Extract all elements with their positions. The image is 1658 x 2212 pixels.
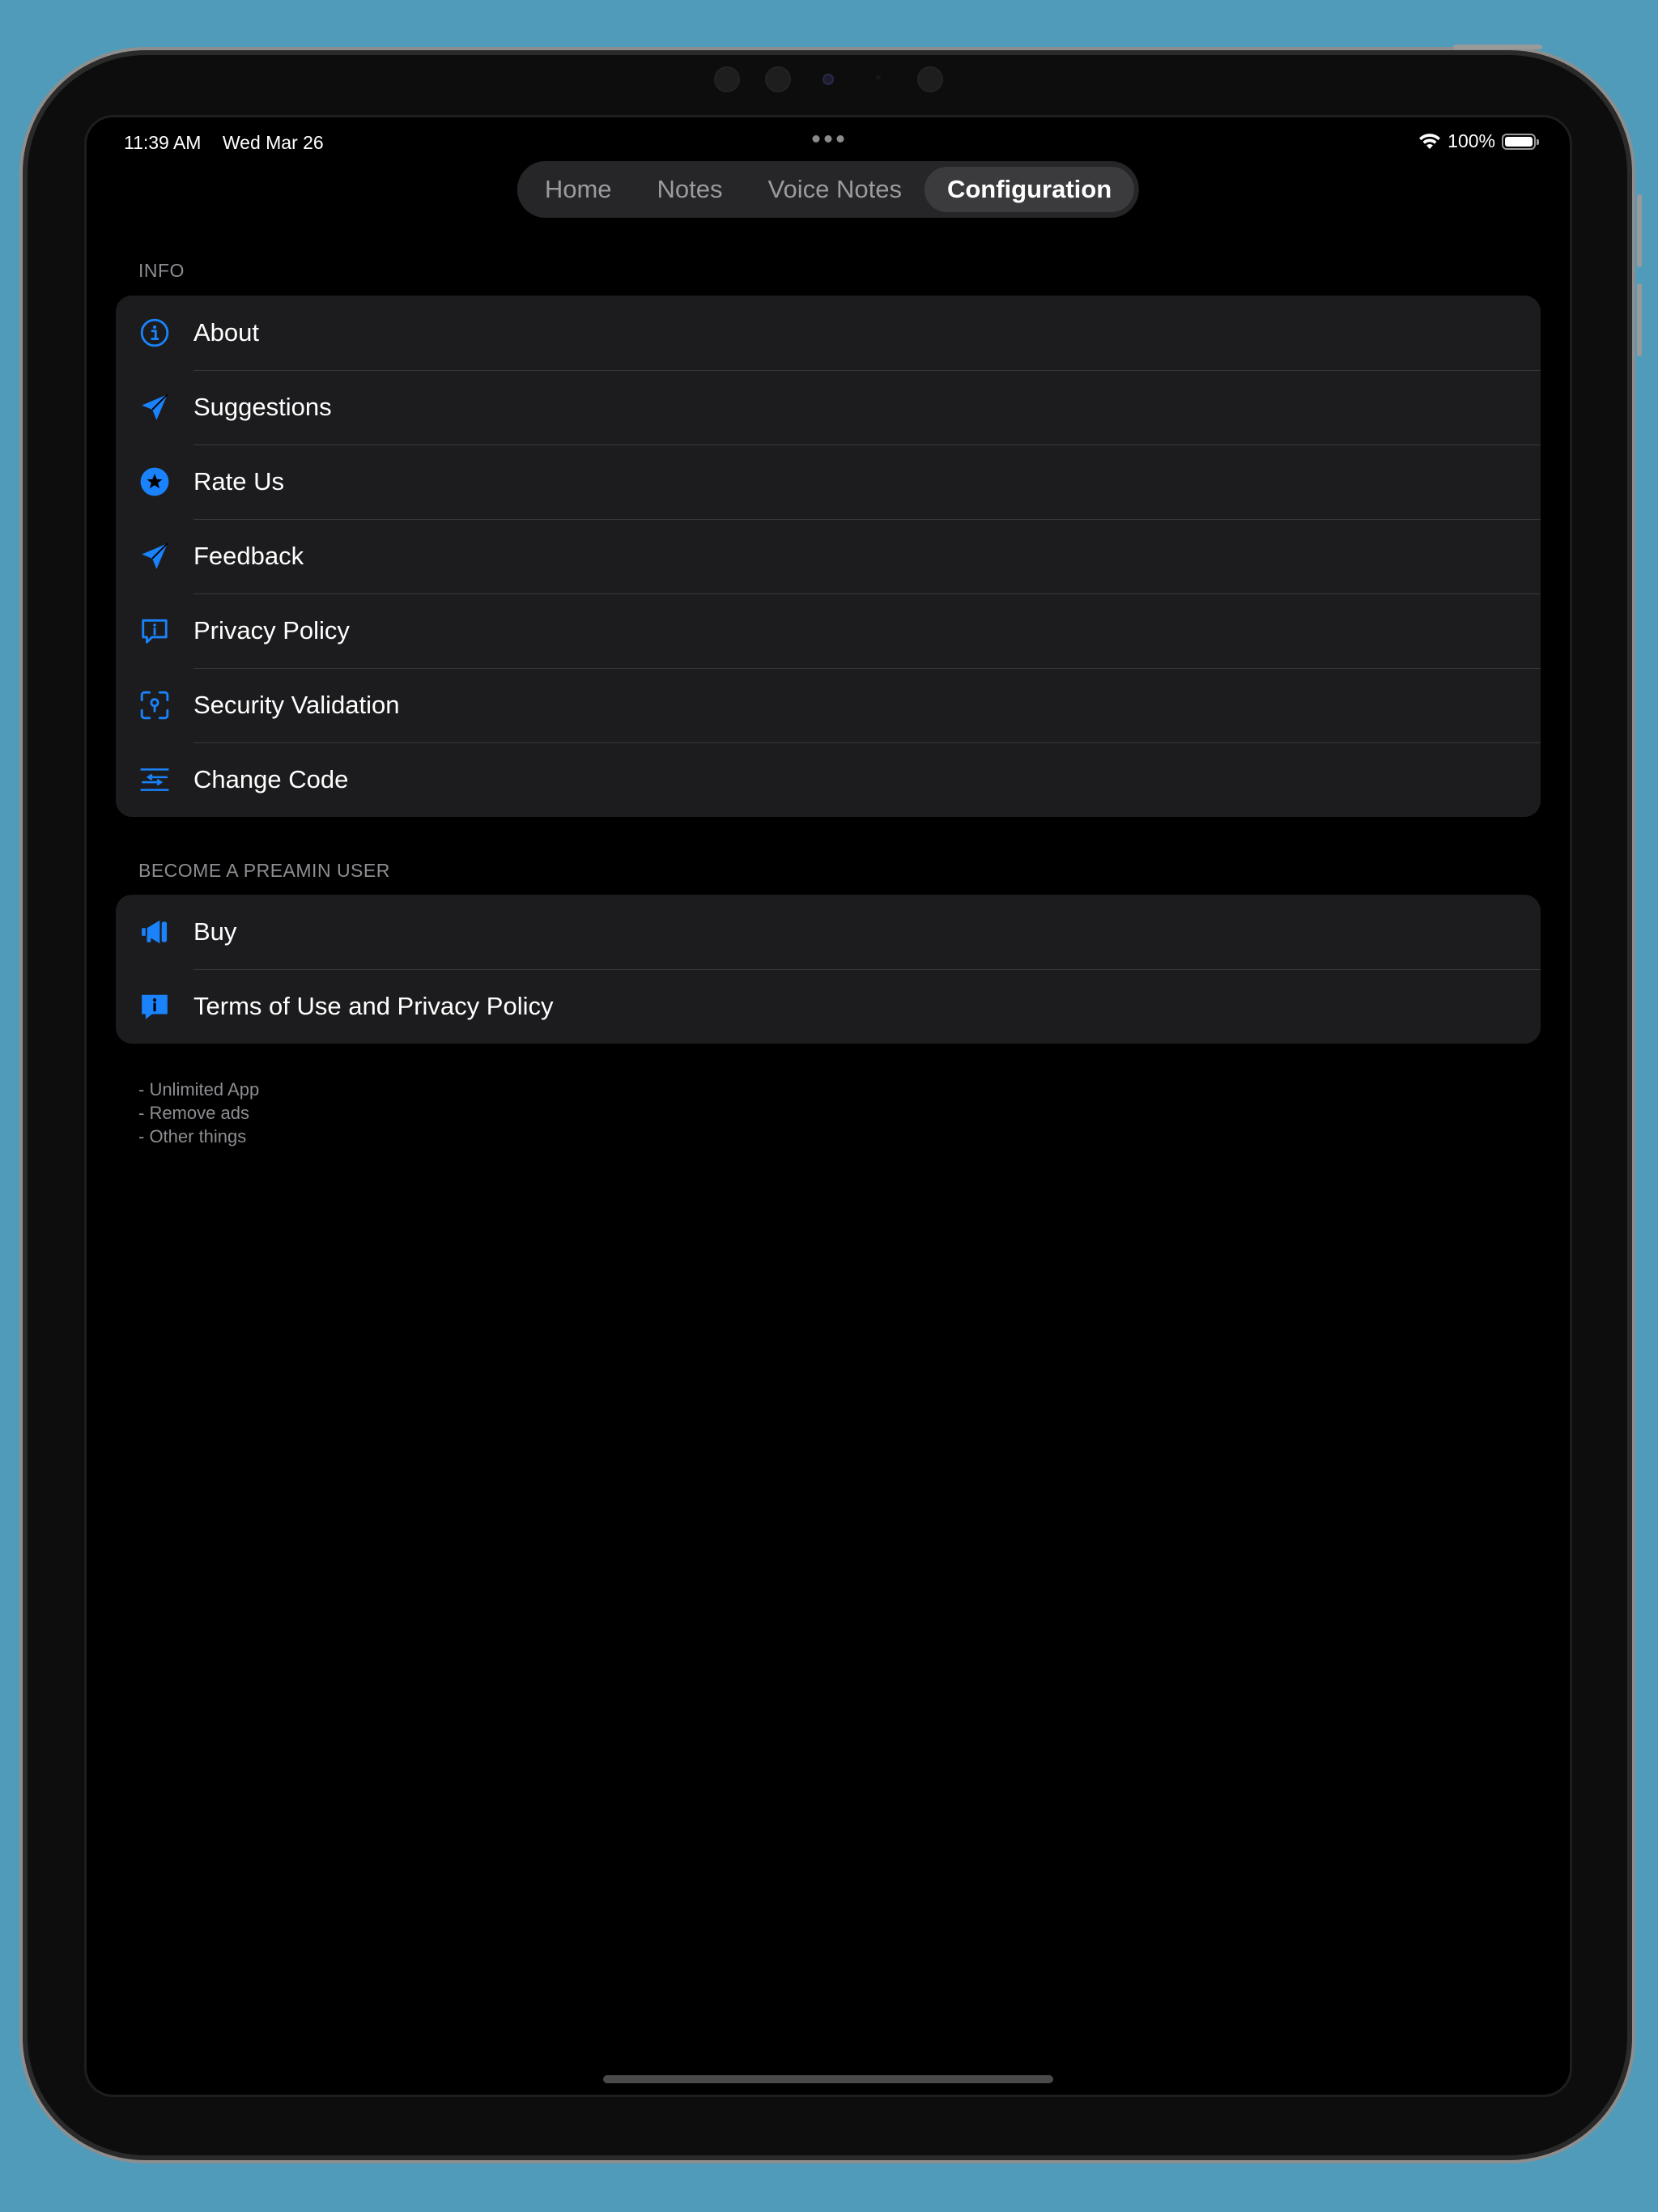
row-feedback[interactable]: Feedback bbox=[116, 519, 1541, 593]
row-label: Terms of Use and Privacy Policy bbox=[193, 992, 554, 1020]
segmented-tab-bar: Home Notes Voice Notes Configuration bbox=[517, 161, 1140, 218]
footer-line: - Remove ads bbox=[138, 1103, 249, 1123]
status-left: 11:39 AM Wed Mar 26 bbox=[124, 132, 340, 154]
row-label: Security Validation bbox=[193, 691, 400, 719]
volume-down-button bbox=[1637, 283, 1642, 356]
volume-up-button bbox=[1637, 194, 1642, 267]
row-about[interactable]: About bbox=[116, 296, 1541, 370]
star-circle-icon bbox=[116, 445, 193, 519]
screen: 11:39 AM Wed Mar 26 100% Home Notes Voice … bbox=[84, 115, 1572, 2097]
row-privacy-policy[interactable]: Privacy Policy bbox=[116, 593, 1541, 668]
row-label: Suggestions bbox=[193, 393, 332, 421]
megaphone-icon bbox=[116, 895, 193, 969]
paper-plane-icon bbox=[116, 519, 193, 593]
footer-line: - Other things bbox=[138, 1126, 247, 1146]
paper-plane-icon bbox=[116, 370, 193, 445]
premium-footer-note: - Unlimited App - Remove ads - Other thing… bbox=[138, 1078, 259, 1148]
faceid-icon bbox=[116, 668, 193, 742]
row-label: About bbox=[193, 318, 260, 347]
row-terms-of-use-and-privacy-policy[interactable]: Terms of Use and Privacy Policy bbox=[116, 969, 1541, 1044]
home-indicator[interactable] bbox=[603, 2075, 1053, 2083]
row-suggestions[interactable]: Suggestions bbox=[116, 370, 1541, 445]
section-header-info: INFO bbox=[138, 260, 185, 281]
camera-lens bbox=[823, 74, 834, 85]
status-right: 100% bbox=[1418, 130, 1539, 152]
row-security-validation[interactable]: Security Validation bbox=[116, 668, 1541, 742]
row-label: Change Code bbox=[193, 765, 349, 793]
tab-configuration[interactable]: Configuration bbox=[924, 167, 1135, 212]
sensor-dot bbox=[876, 75, 881, 80]
premium-group: Buy Terms of Use and Privacy Policy bbox=[116, 895, 1541, 1044]
info-bubble-icon bbox=[116, 593, 193, 668]
row-label: Rate Us bbox=[193, 467, 284, 496]
tab-voice-notes[interactable]: Voice Notes bbox=[746, 167, 925, 212]
battery-percent: 100% bbox=[1448, 130, 1495, 151]
row-rate-us[interactable]: Rate Us bbox=[116, 445, 1541, 519]
row-change-code[interactable]: Change Code bbox=[116, 742, 1541, 817]
section-header-premium: BECOME A PREAMIN USER bbox=[138, 860, 390, 881]
status-time: 11:39 AM bbox=[124, 132, 202, 153]
tab-home[interactable]: Home bbox=[522, 167, 635, 212]
battery-icon bbox=[1502, 133, 1539, 150]
tab-notes[interactable]: Notes bbox=[635, 167, 746, 212]
footer-line: - Unlimited App bbox=[138, 1079, 260, 1100]
sensor-dot bbox=[917, 66, 943, 92]
multitasking-dots[interactable] bbox=[812, 135, 844, 143]
row-label: Feedback bbox=[193, 542, 304, 570]
row-buy[interactable]: Buy bbox=[116, 895, 1541, 969]
camera-array bbox=[0, 66, 1658, 92]
arrows-switch-icon bbox=[116, 742, 193, 817]
info-circle-icon bbox=[116, 296, 193, 370]
status-bar: 11:39 AM Wed Mar 26 100% bbox=[87, 127, 1570, 160]
row-label: Privacy Policy bbox=[193, 616, 350, 644]
sensor-dot bbox=[714, 66, 740, 92]
info-group: About Suggestions Rate Us Feedback Privacy P… bbox=[116, 296, 1541, 817]
sensor-dot bbox=[765, 66, 791, 92]
wifi-icon bbox=[1419, 133, 1441, 149]
info-bubble-filled-icon bbox=[116, 969, 193, 1044]
row-label: Buy bbox=[193, 917, 237, 946]
status-date: Wed Mar 26 bbox=[222, 132, 324, 153]
top-button bbox=[1453, 45, 1542, 49]
